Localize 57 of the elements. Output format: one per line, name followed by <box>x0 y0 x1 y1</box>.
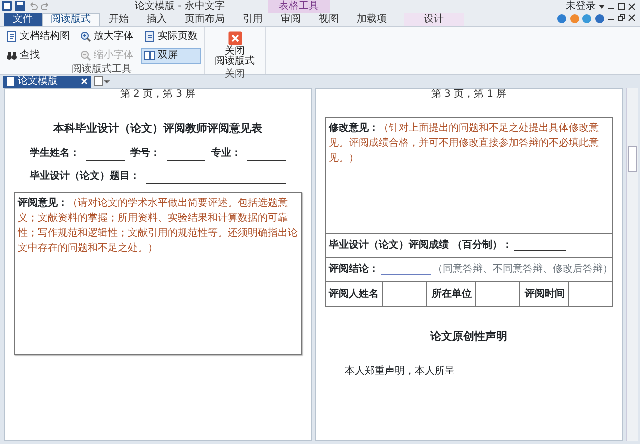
contextual-tab-group: 表格工具 <box>268 0 330 13</box>
field-label: 专业： <box>211 146 242 160</box>
ribbon-tab[interactable]: 引用 <box>234 13 272 26</box>
page-header: 第 3 页，第 1 屏 <box>430 89 508 101</box>
document-icon <box>6 31 18 43</box>
ribbon-tab[interactable]: 设计 <box>404 13 464 26</box>
field-label: 学生姓名： <box>30 146 80 160</box>
account-label[interactable]: 未登录 <box>566 0 596 14</box>
ribbon-button[interactable]: 查找 <box>3 48 73 64</box>
ribbon-tab[interactable]: 开始 <box>100 13 138 26</box>
ribbon-tab[interactable]: 加载项 <box>348 13 396 26</box>
ribbon-button[interactable]: 双屏 <box>141 48 201 64</box>
zoom-in-icon <box>80 31 92 43</box>
document-tab[interactable]: 论文模版 <box>3 76 91 88</box>
maximize-icon[interactable] <box>618 2 626 10</box>
ribbon-button[interactable]: 放大字体 <box>77 29 137 45</box>
field-label: 评阅结论： <box>329 262 379 277</box>
table-cell: 评阅时间 <box>522 282 569 306</box>
table-cell: 评阅人姓名 <box>326 282 383 306</box>
restore-icon[interactable] <box>618 14 626 22</box>
zoom-out-icon <box>80 50 92 62</box>
hint-text: （同意答辩、不同意答辩、修改后答辩） <box>433 262 613 277</box>
page-header: 第 2 页，第 3 屏 <box>119 89 197 101</box>
ribbon-tab[interactable]: 插入 <box>138 13 176 26</box>
save-icon[interactable] <box>15 1 25 11</box>
window-title: 论文模版 - 永中文字 <box>135 0 225 13</box>
close-icon <box>228 31 242 46</box>
new-document-icon[interactable] <box>94 76 110 87</box>
group-label: 阅读版式工具 <box>71 64 133 75</box>
document-icon <box>6 77 15 86</box>
ribbon-button[interactable]: 文档结构图 <box>3 29 73 45</box>
ribbon-tab[interactable]: 阅读版式 <box>42 13 100 26</box>
caret-icon[interactable] <box>598 4 604 10</box>
field-label: 毕业设计（论文）题目： <box>30 170 140 184</box>
app-icon <box>2 1 12 11</box>
page-icon <box>144 31 156 43</box>
paragraph: 本人郑重声明，本人所呈 <box>344 364 456 378</box>
two-pages-icon <box>144 50 156 62</box>
ribbon-button[interactable]: 关闭 阅读版式 <box>208 29 262 69</box>
comment-text: 修改意见：（针对上面提出的问题和不足之处提出具体修改意见。评阅成绩合格，并可不用修改直接参加答辩的不必填此意见。） <box>329 122 600 166</box>
ribbon-tab[interactable]: 视图 <box>310 13 348 26</box>
close-icon[interactable] <box>628 2 636 10</box>
scrollbar[interactable] <box>626 88 638 441</box>
field-label: 学号： <box>130 146 161 160</box>
ribbon-tab[interactable]: 页面布局 <box>176 13 234 26</box>
heading: 本科毕业设计（论文）评阅教师评阅意见表 <box>52 121 264 137</box>
close-icon[interactable] <box>628 14 636 22</box>
ribbon-button[interactable]: 实际页数 <box>141 29 201 45</box>
field-label: 毕业设计（论文）评阅成绩 （百分制）： <box>329 238 512 253</box>
ribbon-tab[interactable]: 审阅 <box>272 13 310 26</box>
group-label: 关闭 <box>224 69 246 80</box>
ribbon-tab[interactable]: 文件 <box>4 13 42 26</box>
scroll-thumb[interactable] <box>628 146 637 172</box>
binoculars-icon <box>6 50 18 62</box>
heading: 论文原创性声明 <box>429 329 508 345</box>
table-cell: 所在单位 <box>429 282 476 306</box>
comment-text: 评阅意见：（请对论文的学术水平做出简要评述。包括选题意义；文献资料的掌握；所用资料、实验结果和计算数据的可靠性；写作规范和逻辑性；文献引用的规范性等。还须明确指出论文中存在的问题和不足之处。） <box>18 196 298 256</box>
